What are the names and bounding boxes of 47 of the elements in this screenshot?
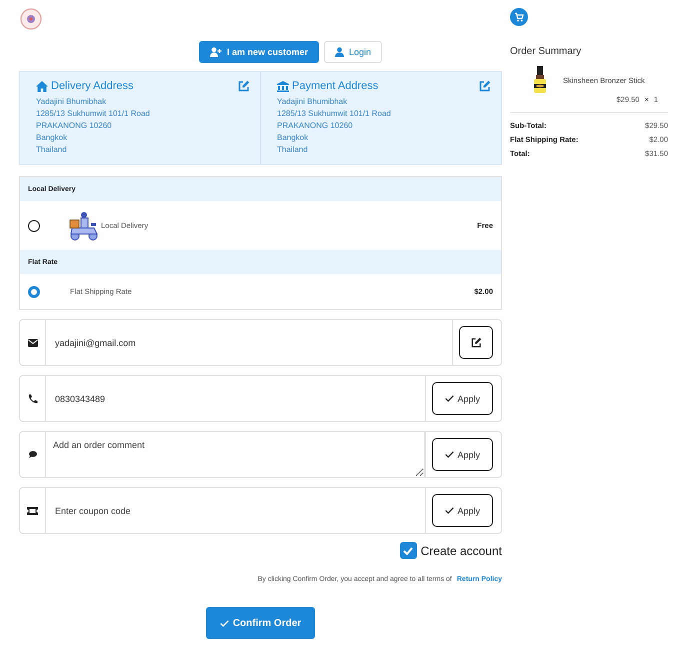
- address-line: 1285/13 Sukhumwit 101/1 Road: [36, 108, 151, 120]
- check-icon: [445, 451, 454, 458]
- apply-button[interactable]: Apply: [432, 382, 493, 415]
- edit-icon[interactable]: [479, 80, 491, 92]
- address-line: Yadajini Bhumibhak: [277, 96, 348, 108]
- email-input-group[interactable]: yadajini@gmail.com: [19, 319, 502, 366]
- edit-button[interactable]: [459, 326, 493, 359]
- account-button[interactable]: Login: [324, 41, 382, 63]
- envelope-icon: [28, 338, 38, 346]
- bank-icon: [277, 80, 289, 92]
- phone-icon: [28, 394, 38, 404]
- order-summary-title: Order Summary: [510, 46, 582, 57]
- account-button[interactable]: I am new customer: [198, 41, 319, 63]
- check-icon: [445, 395, 454, 402]
- address-line: Bangkok: [277, 132, 310, 144]
- address-line: PRAKANONG 10260: [36, 120, 113, 132]
- radio-button[interactable]: [28, 220, 40, 232]
- check-icon: [220, 620, 229, 626]
- checkbox[interactable]: [400, 542, 417, 559]
- radio-button[interactable]: [28, 286, 40, 298]
- coupon-input-group[interactable]: Enter coupon code Apply: [19, 487, 502, 534]
- address-line: Yadajini Bhumibhak: [36, 96, 108, 108]
- edit-icon: [470, 337, 482, 348]
- ticket-icon: [27, 506, 38, 514]
- address-line: PRAKANONG 10260: [277, 120, 354, 132]
- check-icon: [445, 507, 454, 514]
- address-title: Delivery Address: [51, 80, 134, 92]
- checkbox-label: Create account: [420, 544, 502, 558]
- add-user-icon: [210, 47, 222, 57]
- edit-icon[interactable]: [238, 80, 250, 92]
- address-line: Bangkok: [36, 132, 68, 144]
- apply-button[interactable]: Apply: [432, 438, 493, 471]
- comment-icon: [28, 451, 36, 458]
- address-line: 1285/13 Sukhumwit 101/1 Road: [277, 108, 392, 120]
- cart-icon[interactable]: [510, 8, 528, 26]
- address-line: Thailand: [36, 144, 68, 156]
- delivery-scooter-icon: [69, 210, 100, 240]
- user-icon: [335, 47, 344, 57]
- address-title: Payment Address: [292, 80, 378, 92]
- check-icon: [403, 546, 414, 554]
- phone-input-group[interactable]: 0830343489 Apply: [19, 375, 502, 422]
- comment-input-group[interactable]: Add an order comment Apply: [19, 431, 502, 478]
- address-line: Thailand: [277, 144, 309, 156]
- apply-button[interactable]: Apply: [432, 494, 493, 527]
- home-icon: [36, 80, 48, 92]
- logo-icon: [20, 8, 42, 30]
- confirm-order-button[interactable]: Confirm Order: [206, 607, 316, 639]
